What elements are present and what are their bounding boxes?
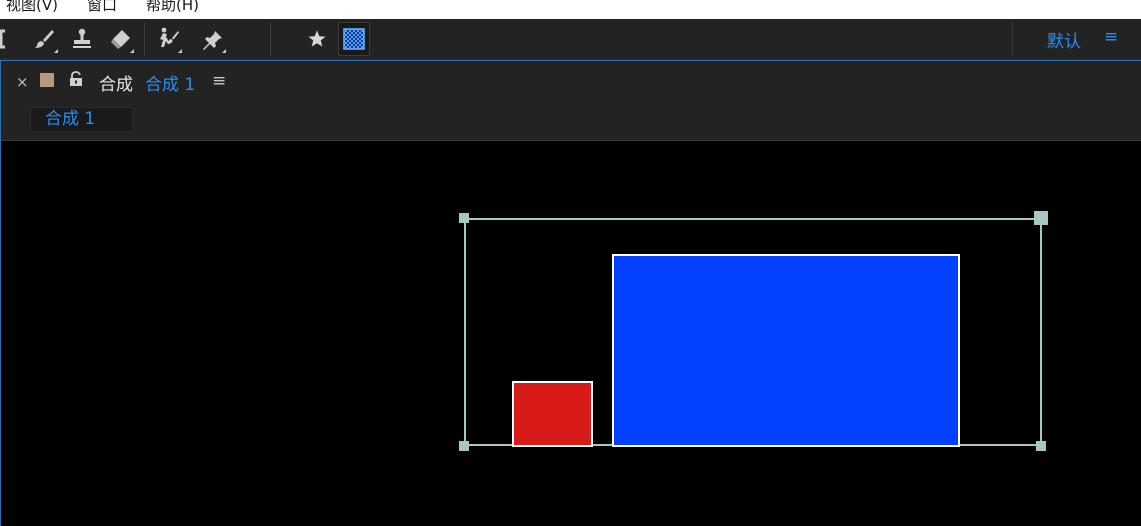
panel-title-prefix: 合成	[99, 75, 133, 95]
red-solid-layer[interactable]	[512, 381, 593, 447]
toolbar-divider	[270, 23, 271, 56]
menu-view[interactable]: 视图(V)	[6, 0, 58, 15]
brush-icon[interactable]	[28, 22, 60, 56]
toolbar-divider	[144, 23, 145, 56]
workspace-menu-icon[interactable]: ≡	[1104, 27, 1118, 47]
transform-handle-bottom-left[interactable]	[459, 441, 469, 451]
puppet-pin-icon[interactable]	[196, 22, 228, 56]
transform-handle-top-right[interactable]	[1034, 211, 1048, 225]
menu-bar: 视图(V) 窗口 帮助(H)	[0, 0, 1141, 19]
menu-window[interactable]: 窗口	[87, 0, 117, 15]
star-icon[interactable]	[301, 22, 333, 56]
workspace-default-label[interactable]: 默认	[1047, 27, 1081, 52]
composition-name[interactable]: 合成 1	[145, 70, 195, 95]
toolbar-divider	[1012, 23, 1013, 56]
close-panel-icon[interactable]: ×	[16, 73, 29, 91]
roto-brush-icon[interactable]	[152, 22, 184, 56]
panel-menu-icon[interactable]: ≡	[212, 71, 226, 91]
unlock-icon[interactable]	[69, 71, 83, 91]
panel-header: × 合成 合成 1 ≡ 合成 1	[1, 61, 1141, 141]
tools-toolbar: 默认 ≡	[0, 19, 1141, 60]
transform-handle-bottom-right[interactable]	[1036, 441, 1046, 451]
transparency-grid-icon[interactable]	[338, 22, 370, 56]
blue-solid-layer[interactable]	[612, 254, 960, 447]
composition-subtab[interactable]: 合成 1	[30, 107, 133, 132]
bracket-icon[interactable]	[0, 22, 18, 56]
eraser-icon[interactable]	[104, 22, 136, 56]
transform-handle-top-left[interactable]	[459, 213, 469, 223]
label-color-swatch[interactable]	[40, 73, 54, 87]
menu-help[interactable]: 帮助(H)	[146, 0, 199, 15]
clone-stamp-icon[interactable]	[66, 22, 98, 56]
